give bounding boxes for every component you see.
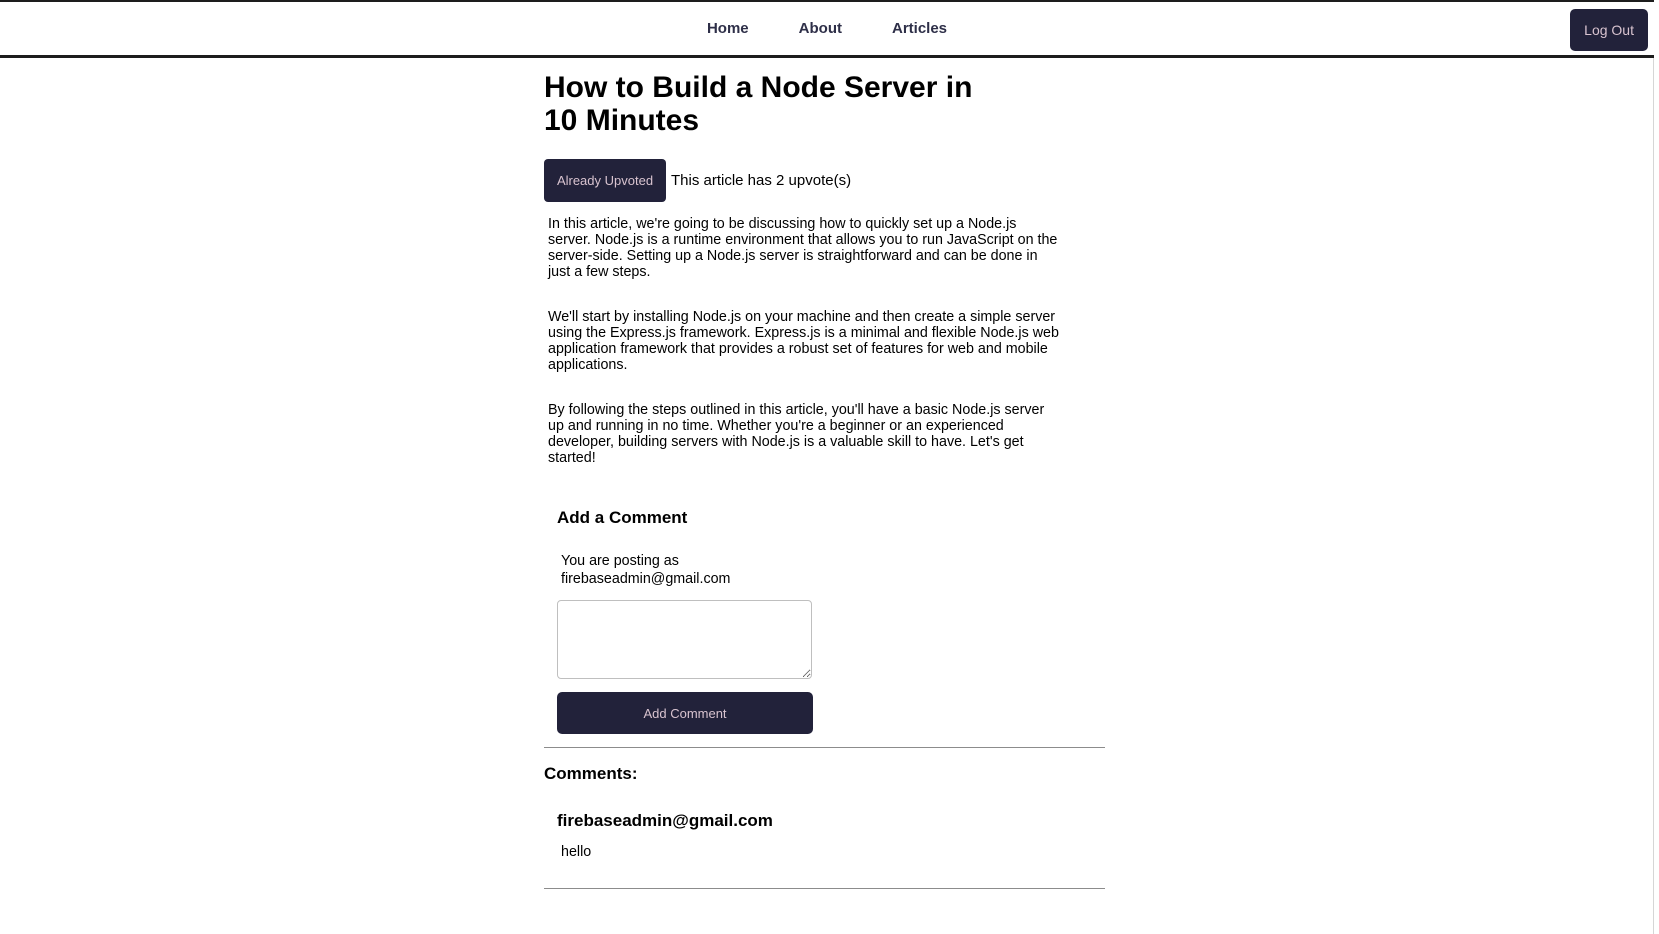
comment-text: hello [561, 844, 592, 860]
nav-link-home[interactable]: Home [707, 21, 749, 36]
nav-link-about[interactable]: About [799, 21, 842, 36]
article-body: In this article, we're going to be discu… [544, 216, 1060, 466]
comment-item: firebaseadmin@gmail.com hello [544, 811, 1104, 861]
add-comment-button[interactable]: Add Comment [557, 692, 813, 734]
article-container: How to Build a Node Server in 10 Minutes… [544, 58, 1105, 889]
comment-author: firebaseadmin@gmail.com [557, 811, 773, 830]
article-paragraph: By following the steps outlined in this … [548, 402, 1045, 466]
upvote-button[interactable]: Already Upvoted [544, 159, 666, 202]
upvote-section: Already Upvoted This article has 2 upvot… [544, 159, 1104, 202]
comments-section: Comments: firebaseadmin@gmail.com hello [544, 764, 1104, 861]
divider [544, 888, 1105, 889]
comments-heading: Comments: [544, 764, 638, 783]
comment-form: Add a Comment You are posting as firebas… [544, 508, 813, 734]
article-title: How to Build a Node Server in 10 Minutes [544, 71, 973, 137]
upvote-count-text: This article has 2 upvote(s) [671, 172, 852, 189]
article-paragraph: In this article, we're going to be discu… [548, 216, 1058, 280]
posting-as-text: You are posting as firebaseadmin@gmail.c… [561, 553, 731, 587]
article-paragraph: We'll start by installing Node.js on you… [548, 309, 1059, 373]
divider [544, 747, 1105, 748]
navbar: Home About Articles Log Out [0, 0, 1654, 58]
nav-link-articles[interactable]: Articles [892, 21, 947, 36]
nav-links: Home About Articles [0, 2, 1654, 55]
comment-form-title: Add a Comment [557, 508, 688, 527]
logout-button[interactable]: Log Out [1570, 9, 1648, 51]
comment-textarea[interactable] [557, 600, 812, 679]
